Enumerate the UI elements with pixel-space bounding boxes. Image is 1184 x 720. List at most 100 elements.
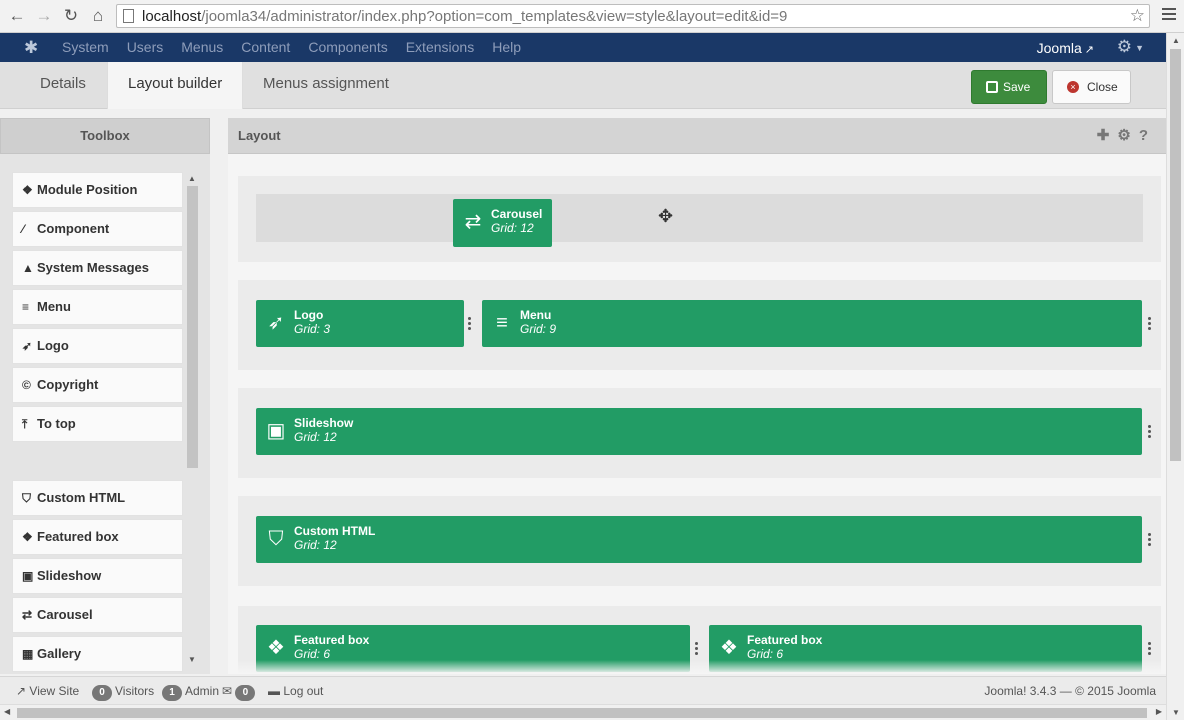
scroll-up-icon[interactable]: ▲ bbox=[1172, 36, 1180, 45]
dropbox-icon: ❖ bbox=[720, 637, 738, 659]
toolbox-item-custom-html[interactable]: ⛉ Custom HTML bbox=[12, 480, 183, 516]
toolbox-item-label: Slideshow bbox=[37, 568, 102, 583]
warning-icon: ▲ bbox=[22, 261, 34, 275]
question-icon[interactable]: ? bbox=[1139, 127, 1156, 144]
logout-link[interactable]: ▬ Log out bbox=[268, 684, 323, 698]
toolbox-scroll-thumb[interactable] bbox=[187, 186, 198, 468]
scroll-right-icon[interactable]: ▶ bbox=[1156, 707, 1162, 716]
toolbox-item-gallery[interactable]: ▦ Gallery bbox=[12, 636, 183, 672]
block-slideshow[interactable]: ▣ Slideshow Grid: 12 bbox=[256, 408, 1142, 455]
toolbox-item-featured-box[interactable]: ❖ Featured box bbox=[12, 519, 183, 555]
slideshare-icon: ▣ bbox=[266, 420, 286, 442]
gear-icon[interactable]: ⚙ bbox=[1117, 127, 1138, 144]
resize-handle-icon[interactable] bbox=[1148, 317, 1152, 331]
toolbox-item-menu[interactable]: ≡ Menu bbox=[12, 289, 183, 325]
view-site-link[interactable]: ↗ View Site bbox=[16, 684, 79, 698]
edit-icon bbox=[986, 81, 998, 93]
messages-badge: 0 bbox=[235, 685, 256, 701]
plus-icon[interactable]: ✚ bbox=[1097, 127, 1118, 144]
toolbox-item-label: Menu bbox=[37, 299, 71, 314]
layout-row[interactable] bbox=[238, 176, 1161, 262]
external-link-icon: ↗ bbox=[16, 684, 27, 698]
menu-system[interactable]: System bbox=[62, 39, 109, 55]
admin-navbar: ✱ System Users Menus Content Components … bbox=[0, 33, 1166, 62]
page-scroll-thumb[interactable] bbox=[1170, 49, 1181, 461]
site-link-label: Joomla bbox=[1036, 40, 1082, 56]
scroll-left-icon[interactable]: ◀ bbox=[4, 707, 10, 716]
block-logo[interactable]: ➶ Logo Grid: 3 bbox=[256, 300, 464, 347]
layout-header: Layout ✚⚙? bbox=[228, 118, 1166, 154]
menu-extensions[interactable]: Extensions bbox=[406, 39, 474, 55]
url-path: /joomla34/administrator/index.php?option… bbox=[201, 8, 788, 25]
resize-handle-icon[interactable] bbox=[1148, 533, 1152, 547]
horizontal-scroll-thumb[interactable] bbox=[17, 708, 1147, 718]
dropbox-icon: ❖ bbox=[267, 637, 285, 659]
block-custom-html[interactable]: ⛉ Custom HTML Grid: 12 bbox=[256, 516, 1142, 563]
close-icon: × bbox=[1067, 81, 1079, 93]
toolbox-item-to-top[interactable]: ⤒ To top bbox=[12, 406, 183, 442]
layout-panel: Layout ✚⚙? ⇄ Carousel Grid: 12 ✥ ➶ Logo … bbox=[228, 118, 1166, 674]
menu-users[interactable]: Users bbox=[127, 39, 164, 55]
visitors-badge: 0 bbox=[92, 685, 112, 701]
resize-handle-icon[interactable] bbox=[1148, 425, 1152, 439]
messages-status[interactable]: ✉ 0 bbox=[222, 684, 258, 701]
menu-menus[interactable]: Menus bbox=[181, 39, 223, 55]
menu-help[interactable]: Help bbox=[492, 39, 521, 55]
back-icon[interactable]: ← bbox=[6, 5, 28, 27]
toolbox-item-module-position[interactable]: ❖ Module Position bbox=[12, 172, 183, 208]
toolbox-item-label: Custom HTML bbox=[37, 490, 126, 505]
visitors-label: Visitors bbox=[115, 684, 155, 698]
horizontal-scrollbar[interactable]: ◀ ▶ bbox=[0, 704, 1166, 720]
toolbox-item-carousel[interactable]: ⇄ Carousel bbox=[12, 597, 183, 633]
toolbox-item-component[interactable]: ⁄ Component bbox=[12, 211, 183, 247]
menu-content[interactable]: Content bbox=[241, 39, 290, 55]
scroll-down-icon[interactable]: ▼ bbox=[188, 655, 196, 664]
html5-icon: ⛉ bbox=[268, 528, 284, 550]
status-bar: ↗ View Site 0 Visitors 1 Admin ✉ 0 ▬ Log o… bbox=[0, 676, 1166, 704]
user-gear-icon[interactable]: ⚙ bbox=[1117, 37, 1132, 57]
toolbox-item-copyright[interactable]: © Copyright bbox=[12, 367, 183, 403]
tab-details[interactable]: Details bbox=[20, 62, 106, 109]
scroll-up-icon[interactable]: ▲ bbox=[188, 174, 196, 183]
joomla-logo-icon[interactable]: ✱ bbox=[24, 39, 42, 57]
reload-icon[interactable]: ↻ bbox=[60, 5, 82, 27]
home-icon[interactable]: ⌂ bbox=[87, 5, 109, 27]
browser-chrome: ← → ↻ ⌂ localhost/joomla34/administrator… bbox=[0, 0, 1184, 33]
close-button[interactable]: × Close bbox=[1052, 70, 1131, 104]
toolbox-item-slideshow[interactable]: ▣ Slideshow bbox=[12, 558, 183, 594]
admin-status: 1 Admin bbox=[162, 684, 219, 701]
cubes-icon: ❖ bbox=[22, 183, 33, 197]
rocket-icon: ➶ bbox=[22, 339, 33, 353]
resize-handle-icon[interactable] bbox=[695, 642, 699, 656]
scroll-fade bbox=[228, 660, 1166, 674]
toolbox-item-logo[interactable]: ➶ Logo bbox=[12, 328, 183, 364]
toolbox-item-label: To top bbox=[37, 416, 76, 431]
block-carousel[interactable]: ⇄ Carousel Grid: 12 bbox=[453, 199, 552, 247]
view-site-label: View Site bbox=[29, 684, 80, 698]
toolbox-item-system-messages[interactable]: ▲ System Messages bbox=[12, 250, 183, 286]
upload-icon: ⤒ bbox=[22, 417, 28, 431]
minus-icon: ▬ bbox=[268, 684, 280, 698]
star-icon[interactable]: ☆ bbox=[1130, 6, 1145, 26]
toolbox-scrollbar[interactable]: ▲ ▼ bbox=[186, 174, 198, 664]
save-button[interactable]: Save bbox=[971, 70, 1047, 104]
tabs-bar: Details Layout builder Menus assignment … bbox=[0, 62, 1166, 109]
drop-zone bbox=[256, 194, 1143, 242]
address-bar[interactable]: localhost/joomla34/administrator/index.p… bbox=[116, 4, 1150, 28]
menu-icon[interactable] bbox=[1162, 8, 1176, 24]
menu-components[interactable]: Components bbox=[308, 39, 387, 55]
tab-menus-assignment[interactable]: Menus assignment bbox=[243, 62, 409, 109]
site-link[interactable]: Joomla ↗ bbox=[1037, 40, 1094, 56]
exchange-icon: ⇄ bbox=[22, 608, 33, 622]
forward-icon[interactable]: → bbox=[33, 5, 55, 27]
page-scrollbar[interactable]: ▲ ▼ bbox=[1166, 33, 1184, 720]
toolbox-item-label: Copyright bbox=[37, 377, 99, 392]
toolbox-item-label: Component bbox=[37, 221, 110, 236]
block-menu[interactable]: ≡ Menu Grid: 9 bbox=[482, 300, 1142, 347]
tab-layout-builder[interactable]: Layout builder bbox=[107, 62, 244, 109]
scroll-down-icon[interactable]: ▼ bbox=[1172, 708, 1180, 717]
resize-handle-icon[interactable] bbox=[1148, 642, 1152, 656]
block-grid: Grid: 6 bbox=[294, 647, 331, 661]
resize-handle-icon[interactable] bbox=[468, 317, 472, 331]
admin-menu: System Users Menus Content Components Ex… bbox=[62, 39, 539, 55]
